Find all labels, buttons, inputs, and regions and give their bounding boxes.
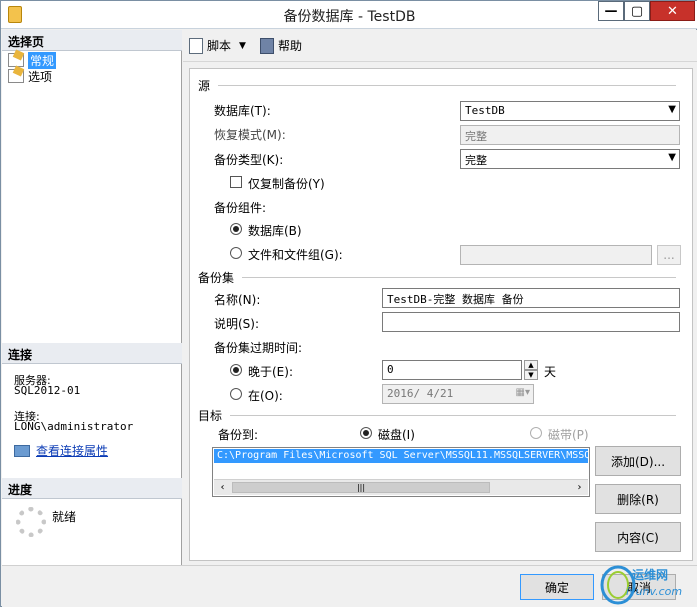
backup-type-value: 完整 — [465, 154, 487, 167]
page-item-label: 常规 — [28, 51, 57, 69]
source-group-title: 源 — [198, 77, 684, 94]
backup-to-disk-radio[interactable] — [360, 427, 372, 439]
server-value: SQL2012-01 — [14, 384, 81, 397]
separator — [242, 277, 676, 278]
description-input[interactable] — [382, 312, 680, 332]
chevron-down-icon[interactable]: ▼ — [239, 41, 246, 51]
separator — [218, 85, 676, 86]
scroll-thumb[interactable]: ||| — [232, 482, 490, 493]
progress-heading: 进度 — [2, 478, 182, 499]
recovery-label: 恢复模式(M): — [214, 128, 286, 142]
expire-on-radio[interactable] — [230, 388, 242, 400]
add-destination-button[interactable]: 添加(D)... — [595, 446, 681, 476]
backup-database-dialog: 备份数据库 - TestDB — ▢ ✕ 选择页 常规 选项 连接 服务器: S… — [0, 0, 697, 607]
progress-spinner-icon — [16, 507, 46, 537]
backup-name-label: 名称(N): — [214, 293, 261, 307]
destination-list[interactable]: C:\Program Files\Microsoft SQL Server\MS… — [212, 447, 590, 497]
backup-to-tape-radio — [530, 427, 542, 439]
description-label: 说明(S): — [214, 317, 260, 331]
tape-label: 磁带(P) — [548, 428, 589, 442]
recovery-value: 完整 — [465, 130, 487, 143]
copy-only-label: 仅复制备份(Y) — [248, 177, 325, 191]
expire-label: 备份集过期时间: — [214, 341, 303, 355]
list-item[interactable]: C:\Program Files\Microsoft SQL Server\MS… — [214, 449, 588, 463]
component-database-radio[interactable] — [230, 223, 242, 235]
database-label: 数据库(T): — [214, 104, 271, 118]
toolbar: 脚本 ▼ 帮助 — [183, 30, 697, 62]
connection-value: LONG\administrator — [14, 420, 134, 433]
view-conn-props-text: 查看连接属性 — [36, 444, 109, 458]
component-files-label: 文件和文件组(G): — [248, 248, 343, 262]
script-button[interactable]: 脚本 ▼ — [189, 37, 246, 54]
title-bar: 备份数据库 - TestDB — ▢ ✕ — [1, 1, 697, 29]
connection-heading: 连接 — [2, 343, 182, 364]
page-item-options[interactable]: 选项 — [8, 68, 52, 84]
backup-to-label: 备份到: — [218, 428, 259, 442]
page-icon — [8, 69, 24, 83]
select-page-heading: 选择页 — [2, 30, 182, 51]
destination-heading: 目标 — [198, 409, 223, 423]
spin-down-icon[interactable]: ▼ — [524, 370, 538, 380]
expire-date-value: 2016/ 4/21 — [387, 387, 454, 400]
backup-type-select[interactable]: 完整 ▼ — [460, 149, 680, 169]
expire-days-input[interactable]: 0 — [382, 360, 522, 380]
chevron-down-icon: ▼ — [668, 152, 676, 163]
help-icon — [259, 37, 274, 54]
view-connection-properties-link[interactable]: 查看连接属性 — [14, 442, 108, 459]
backup-set-group-title: 备份集 — [198, 269, 684, 286]
copy-only-checkbox[interactable] — [230, 176, 242, 188]
maximize-button[interactable]: ▢ — [624, 1, 650, 21]
properties-icon — [14, 444, 30, 457]
left-pane: 选择页 常规 选项 连接 服务器: SQL2012-01 连接: LONG\ad… — [2, 30, 182, 565]
scroll-left-icon[interactable]: ‹ — [214, 480, 231, 495]
backup-name-input[interactable]: TestDB-完整 数据库 备份 — [382, 288, 680, 308]
source-heading: 源 — [198, 79, 211, 93]
minimize-button[interactable]: — — [598, 1, 624, 21]
close-button[interactable]: ✕ — [650, 1, 695, 21]
ok-button[interactable]: 确定 — [520, 574, 594, 600]
component-database-label: 数据库(B) — [248, 224, 302, 238]
right-pane: 脚本 ▼ 帮助 源 数据库(T): TestDB ▼ 恢复模式(M): 完整 备… — [183, 30, 697, 565]
browse-filegroups-button[interactable]: ... — [657, 245, 681, 265]
help-button[interactable]: 帮助 — [259, 37, 302, 54]
watermark-line2: iyunv.com — [626, 585, 683, 598]
horizontal-scrollbar[interactable]: ‹ ||| › — [214, 479, 588, 495]
expire-date-picker: 2016/ 4/21 ▦▾ — [382, 384, 534, 404]
site-watermark: 运维网 iyunv.com — [596, 561, 696, 606]
expire-on-label: 在(O): — [248, 389, 283, 403]
contents-button[interactable]: 内容(C) — [595, 522, 681, 552]
component-label: 备份组件: — [214, 201, 267, 215]
dialog-footer: 确定 取消 — [2, 565, 697, 607]
database-select[interactable]: TestDB ▼ — [460, 101, 680, 121]
disk-label: 磁盘(I) — [378, 428, 415, 442]
database-value: TestDB — [465, 104, 505, 117]
separator — [230, 415, 676, 416]
days-label: 天 — [544, 365, 557, 379]
recovery-model-field: 完整 — [460, 125, 680, 145]
script-icon — [189, 37, 203, 54]
scroll-right-icon[interactable]: › — [571, 480, 588, 495]
spin-up-icon[interactable]: ▲ — [524, 360, 538, 370]
expire-after-radio[interactable] — [230, 364, 242, 376]
destination-group-title: 目标 — [198, 407, 684, 424]
backup-set-heading: 备份集 — [198, 271, 235, 285]
filegroups-field — [460, 245, 652, 265]
script-label: 脚本 — [207, 39, 232, 53]
component-files-radio[interactable] — [230, 247, 242, 259]
progress-status: 就绪 — [52, 510, 77, 524]
remove-destination-button[interactable]: 删除(R) — [595, 484, 681, 514]
page-item-label: 选项 — [28, 69, 53, 84]
window-title: 备份数据库 - TestDB — [283, 9, 416, 25]
watermark-line1: 运维网 — [632, 568, 669, 582]
chevron-down-icon: ▼ — [668, 104, 676, 115]
expire-after-label: 晚于(E): — [248, 365, 293, 379]
help-label: 帮助 — [277, 39, 302, 53]
backup-type-label: 备份类型(K): — [214, 153, 284, 167]
calendar-icon: ▦▾ — [515, 387, 530, 398]
